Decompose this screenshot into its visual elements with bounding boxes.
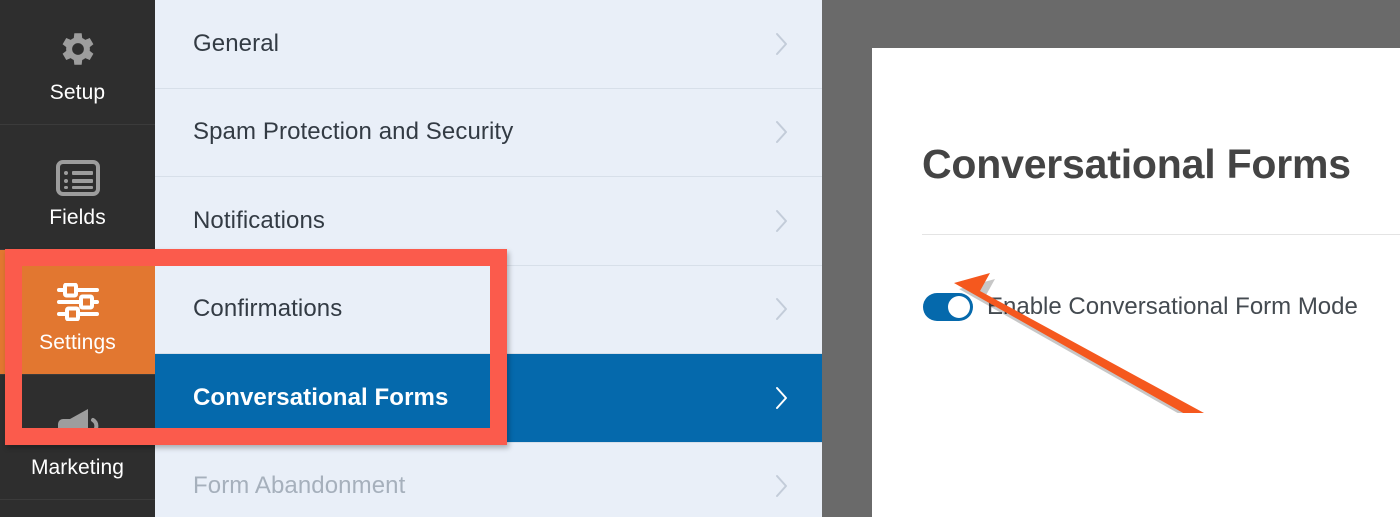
- menu-item-label: Form Abandonment: [193, 472, 406, 500]
- menu-item-confirmations[interactable]: Confirmations: [155, 265, 822, 354]
- sidebar-item-label: Fields: [49, 206, 106, 229]
- enable-conversational-form-mode-toggle[interactable]: [923, 293, 973, 321]
- builder-sidebar: Setup Fields Settings Marketing: [0, 0, 155, 517]
- menu-item-label: Spam Protection and Security: [193, 118, 514, 146]
- menu-item-label: Notifications: [193, 206, 326, 234]
- enable-conversational-form-mode-row[interactable]: Enable Conversational Form Mode: [923, 293, 1358, 321]
- toggle-knob: [948, 296, 970, 318]
- chevron-right-icon: [775, 386, 789, 410]
- sidebar-item-label: Setup: [49, 81, 106, 104]
- chevron-right-icon: [775, 297, 789, 321]
- gear-icon: [56, 19, 100, 71]
- chevron-right-icon: [775, 209, 789, 233]
- menu-item-label: Confirmations: [193, 295, 343, 323]
- menu-item-general[interactable]: General: [155, 0, 822, 89]
- menu-item-label: General: [193, 29, 280, 57]
- menu-item-form-abandonment[interactable]: Form Abandonment: [155, 442, 822, 517]
- page-title: Conversational Forms: [922, 141, 1351, 187]
- list-icon: [55, 144, 100, 196]
- menu-item-spam-protection-and-security[interactable]: Spam Protection and Security: [155, 88, 822, 177]
- app-window: Setup Fields Settings Marketing General …: [0, 0, 1400, 517]
- sidebar-item-marketing[interactable]: Marketing: [0, 375, 155, 500]
- chevron-right-icon: [775, 474, 789, 498]
- chevron-right-icon: [775, 32, 789, 56]
- menu-item-conversational-forms[interactable]: Conversational Forms: [155, 354, 822, 443]
- chevron-right-icon: [775, 120, 789, 144]
- sidebar-item-label: Settings: [39, 331, 116, 354]
- settings-menu-panel: General Spam Protection and Security Not…: [155, 0, 822, 517]
- divider: [922, 234, 1400, 235]
- sidebar-item-settings[interactable]: Settings: [0, 250, 155, 375]
- sidebar-item-setup[interactable]: Setup: [0, 0, 155, 125]
- sidebar-item-partial[interactable]: [0, 500, 155, 517]
- sidebar-item-label: Marketing: [30, 456, 125, 479]
- sliders-icon: [55, 269, 101, 321]
- menu-item-notifications[interactable]: Notifications: [155, 177, 822, 266]
- menu-item-label: Conversational Forms: [193, 383, 449, 411]
- sidebar-item-fields[interactable]: Fields: [0, 125, 155, 250]
- megaphone-icon: [54, 394, 102, 446]
- toggle-label: Enable Conversational Form Mode: [987, 293, 1358, 320]
- settings-content-panel: Conversational Forms Enable Conversation…: [872, 48, 1400, 517]
